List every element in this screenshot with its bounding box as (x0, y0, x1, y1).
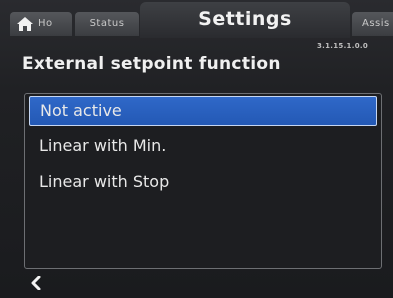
tab-home-label: Ho (38, 18, 53, 29)
option-linear-with-stop[interactable]: Linear with Stop (29, 168, 375, 196)
option-label: Linear with Stop (39, 172, 170, 191)
option-list: Not active Linear with Min. Linear with … (24, 93, 382, 269)
tab-settings[interactable]: Settings (140, 2, 350, 38)
option-label: Linear with Min. (39, 136, 167, 155)
device-screen: Ho Status Settings Assis 3.1.15.1.0.0 Ex… (0, 0, 393, 298)
tab-status[interactable]: Status (75, 12, 139, 36)
option-not-active[interactable]: Not active (29, 96, 377, 126)
home-icon (17, 17, 33, 31)
tab-assist[interactable]: Assis (352, 12, 393, 36)
tab-settings-label: Settings (198, 8, 292, 30)
page-title: External setpoint function (22, 54, 281, 74)
option-linear-with-min[interactable]: Linear with Min. (29, 132, 375, 160)
tab-assist-label: Assis (362, 18, 390, 29)
tab-status-label: Status (89, 18, 125, 29)
menu-code: 3.1.15.1.0.0 (317, 42, 368, 50)
tab-home[interactable]: Ho (10, 12, 72, 36)
chevron-left-icon[interactable] (30, 276, 42, 290)
tab-bar: Ho Status Settings Assis (0, 0, 393, 38)
option-label: Not active (40, 101, 122, 120)
